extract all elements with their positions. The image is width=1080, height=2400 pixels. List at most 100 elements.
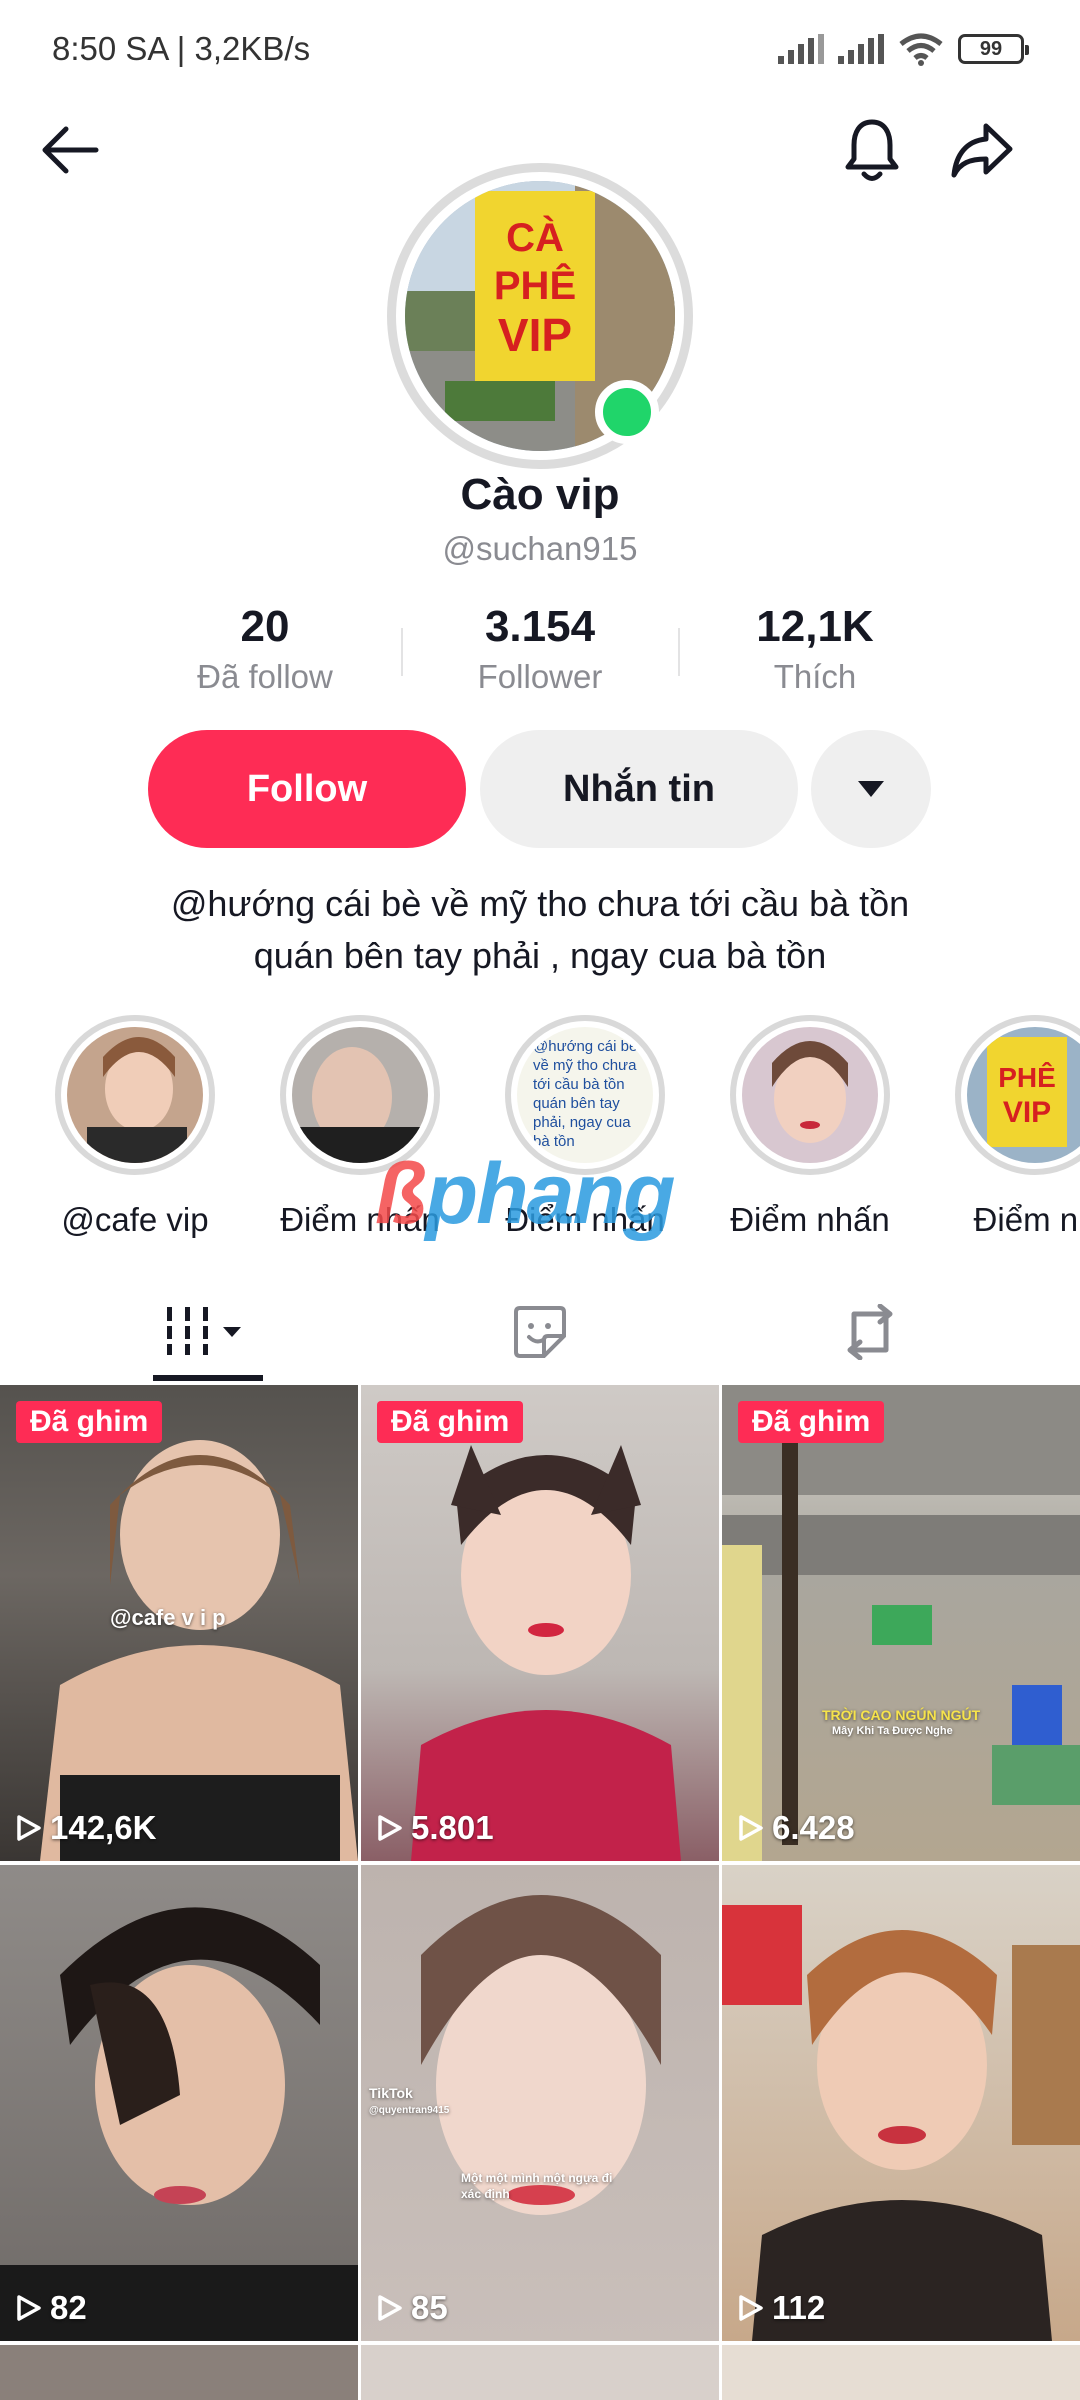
play-icon [17,1815,41,1841]
highlight-thumbnail: @hướng cái bè về mỹ tho chưa tới cầu bà … [517,1027,653,1163]
svg-text:CÀ: CÀ [506,215,564,260]
battery-icon: 99 [958,34,1029,64]
stat-followers-value: 3.154 [484,602,596,651]
video-views: 112 [738,2289,825,2327]
tab-reposts[interactable] [690,1280,1050,1384]
video-overlay-text: @cafe v i p [110,1605,226,1630]
highlight-label: Điểm nhấn [730,1201,890,1238]
video-overlay-text: Một một mình một ngựa đi xác định [461,2171,613,2201]
follow-button[interactable]: Follow [148,730,466,848]
stat-likes-label: Thích [773,658,857,695]
back-button[interactable] [28,108,112,192]
video-views: 142,6K [16,1809,156,1847]
video-view-count: 5.801 [411,1809,494,1846]
profile-handle: @suchan915 [442,530,638,567]
video-views: 85 [377,2289,448,2327]
svg-text:PHÊ: PHÊ [494,262,576,308]
battery-level: 99 [979,37,1003,60]
back-arrow-icon [42,126,99,174]
tab-liked[interactable] [360,1280,720,1384]
stat-following[interactable]: 20 Đã follow [140,602,390,696]
video-thumbnail[interactable]: Đã ghim TRỜI CAO NGÚN NGÚT Mây Khi Ta Đư… [722,1385,1080,1861]
video-view-count: 142,6K [50,1809,157,1846]
message-button[interactable]: Nhắn tin [480,730,798,848]
video-thumbnail[interactable] [0,2345,358,2400]
tiktok-watermark: TikTok [369,2085,413,2101]
status-time-speed: 8:50 SA | 3,2KB/s [52,30,311,67]
repost-icon [847,1304,893,1360]
signal-icon-2 [838,34,884,64]
svg-text:VIP: VIP [1003,1096,1051,1129]
highlight-thumbnail [292,1027,428,1163]
tab-videos[interactable] [30,1280,390,1384]
share-icon [951,123,1013,178]
video-view-count: 85 [411,2289,448,2326]
watermark-part-a: ß [375,1146,428,1242]
profile-tabs [0,1280,1080,1384]
highlight-thumbnail [67,1027,203,1163]
video-overlay-subtext: Mây Khi Ta Được Nghe [832,1725,953,1737]
play-icon [739,2295,763,2321]
status-icons: 99 [778,32,1029,66]
stat-following-label: Đã follow [197,658,333,695]
bell-icon [845,119,899,181]
video-thumbnail[interactable]: 112 [722,1865,1080,2341]
video-view-count: 82 [50,2289,87,2326]
signal-icon [778,34,824,64]
video-views: 6.428 [738,1809,855,1847]
stat-likes-value: 12,1K [756,602,874,651]
video-views: 5.801 [377,1809,494,1847]
video-thumbnail[interactable]: Đã ghim @cafe v i p 142,6K [0,1385,358,1861]
share-button[interactable] [940,108,1024,192]
play-icon [378,1815,402,1841]
pinned-badge: Đã ghim [738,1401,885,1443]
wifi-icon [899,33,943,66]
stat-followers-label: Follower [477,658,603,695]
status-bar: 8:50 SA | 3,2KB/s 99 [0,0,1080,100]
video-thumbnail[interactable] [361,2345,719,2400]
profile-stats: 20 Đã follow 3.154 Follower 12,1K Thích [0,602,1080,702]
suggested-accounts-button[interactable] [811,730,931,848]
video-overlay-text: TRỜI CAO NGÚN NGÚT [822,1707,981,1723]
video-views: 82 [16,2289,87,2327]
profile-name: Cào vip [460,470,620,519]
highlight-item[interactable]: @cafe vip [25,1015,245,1239]
video-thumbnail[interactable]: 82 [0,1865,358,2341]
tiktok-watermark-handle: @quyentran9415 [369,2105,450,2116]
highlight-thumbnail: PHÊ VIP [967,1027,1080,1163]
play-icon [378,2295,402,2321]
highlight-label: Điểm nh [973,1201,1080,1238]
video-thumbnail[interactable] [722,2345,1080,2400]
video-view-count: 112 [772,2289,826,2326]
bio-line-2: quán bên tay phải , ngay cua bà tồn [253,935,827,976]
bio-line-1: @hướng cái bè về mỹ tho chưa tới cầu bà … [170,883,910,924]
video-thumbnail[interactable]: Đã ghim 5.801 [361,1385,719,1861]
profile-bio: @hướng cái bè về mỹ tho chưa tới cầu bà … [60,878,1020,982]
video-view-count: 6.428 [772,1809,855,1846]
stat-following-value: 20 [240,602,290,651]
notification-button[interactable] [830,108,914,192]
svg-text:VIP: VIP [498,309,572,361]
play-icon [739,1815,763,1841]
stat-likes[interactable]: 12,1K Thích [690,602,940,696]
triangle-down-icon [858,781,884,797]
active-tab-indicator [153,1375,263,1381]
highlight-thumb-text: @hướng cái bè về mỹ tho chưa tới cầu bà … [533,1038,638,1150]
highlight-thumbnail [742,1027,878,1163]
svg-text:PHÊ: PHÊ [998,1062,1056,1093]
online-status-dot [595,380,659,444]
watermark-logo: ßphang [375,1145,676,1244]
sticker-icon [514,1306,566,1358]
video-thumbnail[interactable]: TikTok @quyentran9415 Một một mình một n… [361,1865,719,2341]
stat-divider [678,628,680,676]
grid-view-icon [165,1307,241,1355]
watermark-part-b: phang [425,1146,676,1242]
stat-followers[interactable]: 3.154 Follower [415,602,665,696]
play-icon [17,2295,41,2321]
pinned-badge: Đã ghim [16,1401,163,1443]
pinned-badge: Đã ghim [377,1401,524,1443]
stat-divider [401,628,403,676]
highlight-item[interactable]: PHÊVIP Điểm nh [925,1015,1080,1239]
highlight-label: @cafe vip [61,1201,209,1238]
highlight-item[interactable]: Điểm nhấn [700,1015,920,1239]
